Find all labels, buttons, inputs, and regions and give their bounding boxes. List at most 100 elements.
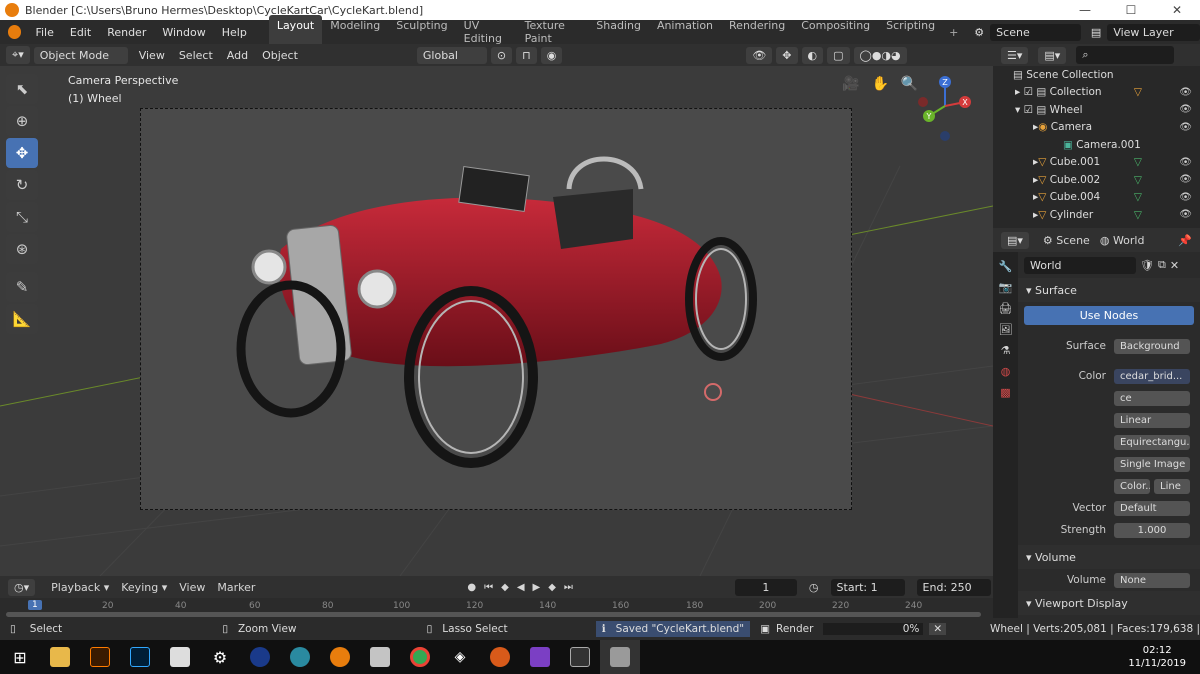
outliner-item-cylinder[interactable]: ▸ ▽ Cylinder ▽ 👁 <box>993 206 1200 224</box>
axis-gizmo[interactable]: Z X Y <box>915 74 975 144</box>
timeline-scrollbar[interactable] <box>6 612 981 617</box>
jump-end-icon[interactable]: ⏭ <box>564 582 573 593</box>
world-tab[interactable]: ◍ World <box>1100 234 1145 247</box>
editor-type-icon[interactable]: ⌖▾ <box>6 46 30 64</box>
projection-dropdown[interactable]: Equirectangu.. <box>1114 434 1190 450</box>
timeline-view-menu[interactable]: View <box>179 581 205 594</box>
outliner-filter-icon[interactable]: ▤▾ <box>1038 46 1067 64</box>
output-props-icon[interactable]: 🖨 <box>999 302 1013 315</box>
cursor-tool[interactable]: ⊕ <box>6 106 38 136</box>
visibility-eye-icon[interactable]: 👁 <box>1179 209 1192 220</box>
visibility-eye-icon[interactable]: 👁 <box>1179 192 1192 203</box>
rotate-tool[interactable]: ↻ <box>6 170 38 200</box>
blender-menu-icon[interactable] <box>8 25 22 39</box>
gizmo-toggle-icon[interactable]: ✥ <box>776 46 798 64</box>
outliner-display-mode-icon[interactable]: ☰▾ <box>1001 46 1029 64</box>
view-layer-props-icon[interactable]: 🖼 <box>999 323 1013 336</box>
outliner-item-cube-002[interactable]: ▸ ▽ Cube.002 ▽ 👁 <box>993 171 1200 189</box>
visual-studio-icon[interactable] <box>520 640 560 674</box>
playback-menu[interactable]: Playback ▾ <box>51 581 109 594</box>
start-frame-field[interactable]: Start: 1 <box>830 578 905 596</box>
proportional-edit-icon[interactable]: ◉ <box>540 46 563 64</box>
unlink-icon[interactable]: ✕ <box>1170 259 1179 272</box>
visibility-eye-icon[interactable]: 👁 <box>1179 122 1192 133</box>
menu-window[interactable]: Window <box>154 26 213 39</box>
start-button[interactable]: ⊞ <box>0 640 40 674</box>
close-button[interactable]: ✕ <box>1154 0 1200 20</box>
transform-tool[interactable]: ⊛ <box>6 234 38 264</box>
playhead-frame[interactable]: 1 <box>28 600 42 610</box>
color-space-dropdown[interactable]: Color.. <box>1114 478 1150 494</box>
unity-icon[interactable]: ◈ <box>440 640 480 674</box>
texture-props-icon[interactable]: ▩ <box>1000 386 1010 399</box>
next-keyframe-icon[interactable]: ◆ <box>548 582 556 593</box>
outliner-search-input[interactable]: ⌕ <box>1076 46 1175 64</box>
cancel-render-icon[interactable]: ✕ <box>929 623 947 635</box>
object-mode-dropdown[interactable]: Object Mode <box>33 46 128 64</box>
image-name-field[interactable]: ce <box>1114 390 1190 406</box>
properties-editor-icon[interactable]: ▤▾ <box>1001 231 1029 249</box>
cinema4d-icon[interactable] <box>240 640 280 674</box>
volume-dropdown[interactable]: None <box>1114 572 1190 588</box>
visibility-eye-icon[interactable]: 👁 <box>1179 104 1192 115</box>
chrome-icon[interactable] <box>400 640 440 674</box>
blender-active-icon[interactable] <box>600 640 640 674</box>
pin-icon[interactable]: 📌 <box>1178 234 1192 247</box>
viewport-display-section-header[interactable]: ▾ Viewport Display <box>1018 591 1200 615</box>
timeline-editor-type-icon[interactable]: ◷▾ <box>8 578 36 596</box>
surface-dropdown[interactable]: Background <box>1114 338 1190 354</box>
play-icon[interactable]: ▶ <box>533 582 541 593</box>
xray-icon[interactable]: ▢ <box>827 46 850 64</box>
jump-start-icon[interactable]: ⏮ <box>484 582 493 593</box>
menu-edit[interactable]: Edit <box>62 26 99 39</box>
overlay-toggle-icon[interactable]: ◐ <box>801 46 824 64</box>
outliner-item-collection[interactable]: ▸ ☑ ▤ Collection ▽ 👁 <box>993 84 1200 102</box>
strength-field[interactable]: 1.000 <box>1114 522 1190 538</box>
visibility-icon[interactable]: 👁 <box>746 46 773 64</box>
blender-taskbar-icon[interactable] <box>320 640 360 674</box>
vector-dropdown[interactable]: Default <box>1114 500 1190 516</box>
play-reverse-icon[interactable]: ◀ <box>517 582 525 593</box>
visibility-eye-icon[interactable]: 👁 <box>1179 87 1192 98</box>
add-workspace-icon[interactable]: + <box>949 26 958 39</box>
outliner-scene-collection[interactable]: ▤ Scene Collection <box>993 66 1200 84</box>
maximize-button[interactable]: ☐ <box>1108 0 1154 20</box>
interpolation-dropdown[interactable]: Linear <box>1114 412 1190 428</box>
pan-hand-icon[interactable]: ✋ <box>871 76 888 92</box>
view-layer-selector[interactable]: View Layer <box>1107 23 1200 41</box>
select-box-tool[interactable]: ⬉ <box>6 74 38 104</box>
calculator-icon[interactable] <box>160 640 200 674</box>
world-props-icon[interactable]: ◍ <box>1001 365 1011 378</box>
header-menu-view[interactable]: View <box>132 49 172 62</box>
app-teal-icon[interactable] <box>280 640 320 674</box>
orientation-dropdown[interactable]: Global <box>416 46 487 64</box>
app-shield-icon[interactable] <box>360 640 400 674</box>
header-menu-add[interactable]: Add <box>220 49 255 62</box>
end-frame-field[interactable]: End: 250 <box>916 578 991 596</box>
file-explorer-icon[interactable] <box>40 640 80 674</box>
outliner-item-wheel[interactable]: ▾ ☑ ▤ Wheel 👁 <box>993 101 1200 119</box>
settings-gear-icon[interactable]: ⚙ <box>200 640 240 674</box>
annotate-tool[interactable]: ✎ <box>6 272 38 302</box>
outliner-item-cube-004[interactable]: ▸ ▽ Cube.004 ▽ 👁 <box>993 189 1200 207</box>
menu-render[interactable]: Render <box>99 26 154 39</box>
keying-menu[interactable]: Keying ▾ <box>121 581 167 594</box>
marker-menu[interactable]: Marker <box>217 581 255 594</box>
source-dropdown[interactable]: Single Image <box>1114 456 1190 472</box>
pivot-icon[interactable]: ⊙ <box>490 46 513 64</box>
system-clock[interactable]: 02:12 11/11/2019 <box>1128 644 1186 670</box>
color-node-dropdown[interactable]: cedar_brid... <box>1114 368 1190 384</box>
menu-file[interactable]: File <box>27 26 61 39</box>
outliner-item-camera[interactable]: ▸ ◉ Camera 👁 <box>993 119 1200 137</box>
minimize-button[interactable]: — <box>1062 0 1108 20</box>
illustrator-icon[interactable] <box>80 640 120 674</box>
record-button[interactable]: ● <box>467 582 476 593</box>
outliner-item-camera-001[interactable]: ▣ Camera.001 <box>993 136 1200 154</box>
snap-icon[interactable]: ⊓ <box>516 46 537 64</box>
render-props-icon[interactable]: 📷 <box>999 281 1013 294</box>
world-name-field[interactable]: World <box>1024 256 1136 274</box>
duplicate-icon[interactable]: ⧉ <box>1158 258 1166 272</box>
measure-tool[interactable]: 📐 <box>6 304 38 334</box>
current-frame-field[interactable]: 1 <box>734 578 797 596</box>
fake-user-icon[interactable]: 🛡 <box>1140 259 1154 272</box>
